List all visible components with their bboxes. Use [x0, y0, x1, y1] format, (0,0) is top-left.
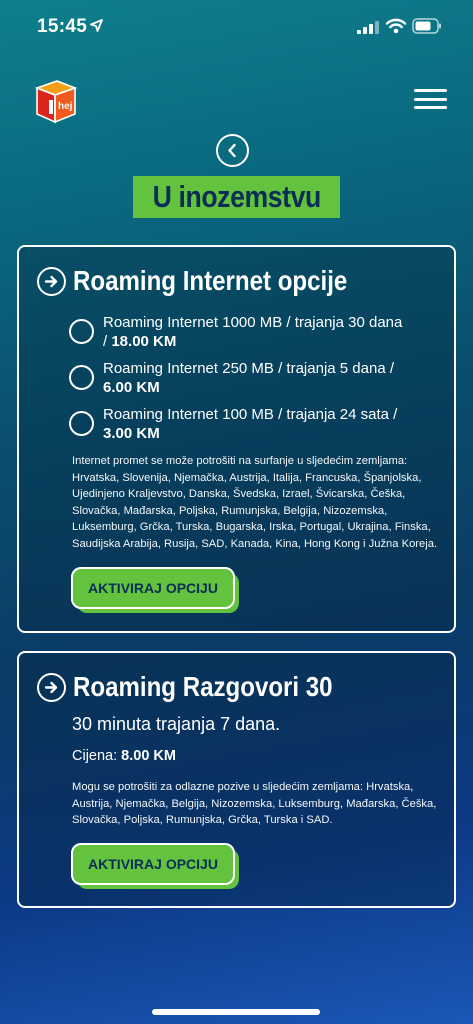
- calls-duration: 30 minuta trajanja 7 dana.: [72, 714, 281, 734]
- location-arrow-icon: [90, 19, 103, 32]
- arrow-right-circle-icon: [37, 266, 66, 296]
- status-time: 15:45: [37, 16, 88, 37]
- wifi-icon: [386, 18, 406, 34]
- chevron-left-icon: [228, 143, 236, 158]
- hej-logo-icon[interactable]: hej: [33, 78, 79, 124]
- activate-internet-option-button[interactable]: AKTIVIRAJ OPCIJU: [71, 567, 235, 609]
- radio-unchecked-icon[interactable]: [69, 365, 94, 390]
- internet-options-card: Roaming Internet opcije Roaming Internet…: [17, 245, 456, 633]
- back-button[interactable]: [216, 134, 249, 167]
- radio-unchecked-icon[interactable]: [69, 411, 94, 436]
- internet-countries-description: Internet promet se može potrošiti na sur…: [72, 455, 438, 550]
- option-internet-250mb[interactable]: Roaming Internet 250 MB / trajanja 5 dan…: [69, 359, 409, 397]
- home-indicator[interactable]: [152, 1009, 320, 1015]
- internet-card-title: Roaming Internet opcije: [73, 265, 348, 296]
- activate-internet-option-wrap: AKTIVIRAJ OPCIJU: [71, 567, 239, 613]
- activate-calls-option-button[interactable]: AKTIVIRAJ OPCIJU: [71, 843, 235, 885]
- cellular-signal-icon: [357, 21, 379, 34]
- calls-price: Cijena: 8.00 KM: [72, 748, 176, 764]
- option-internet-1000mb[interactable]: Roaming Internet 1000 MB / trajanja 30 d…: [69, 313, 409, 351]
- calls-card-heading: Roaming Razgovori 30: [37, 671, 375, 703]
- radio-unchecked-icon[interactable]: [69, 319, 94, 344]
- battery-icon: [412, 18, 441, 34]
- svg-text:hej: hej: [58, 101, 73, 112]
- option-label: Roaming Internet 100 MB / trajanja 24 sa…: [103, 406, 398, 442]
- option-label: Roaming Internet 1000 MB / trajanja 30 d…: [103, 314, 403, 350]
- option-internet-100mb[interactable]: Roaming Internet 100 MB / trajanja 24 sa…: [69, 405, 409, 443]
- calls-countries-description: Mogu se potrošiti za odlazne pozive u sl…: [72, 781, 437, 826]
- option-label: Roaming Internet 250 MB / trajanja 5 dan…: [103, 360, 395, 396]
- status-bar: 15:45: [0, 0, 473, 54]
- internet-card-heading: Roaming Internet opcije: [37, 265, 392, 297]
- arrow-right-circle-icon: [37, 672, 66, 702]
- page-title: U inozemstvu: [133, 176, 340, 218]
- calls-card: Roaming Razgovori 30 30 minuta trajanja …: [17, 651, 456, 908]
- activate-calls-option-wrap: AKTIVIRAJ OPCIJU: [71, 843, 239, 889]
- calls-card-title: Roaming Razgovori 30: [73, 671, 333, 702]
- hamburger-menu-icon[interactable]: [414, 89, 447, 109]
